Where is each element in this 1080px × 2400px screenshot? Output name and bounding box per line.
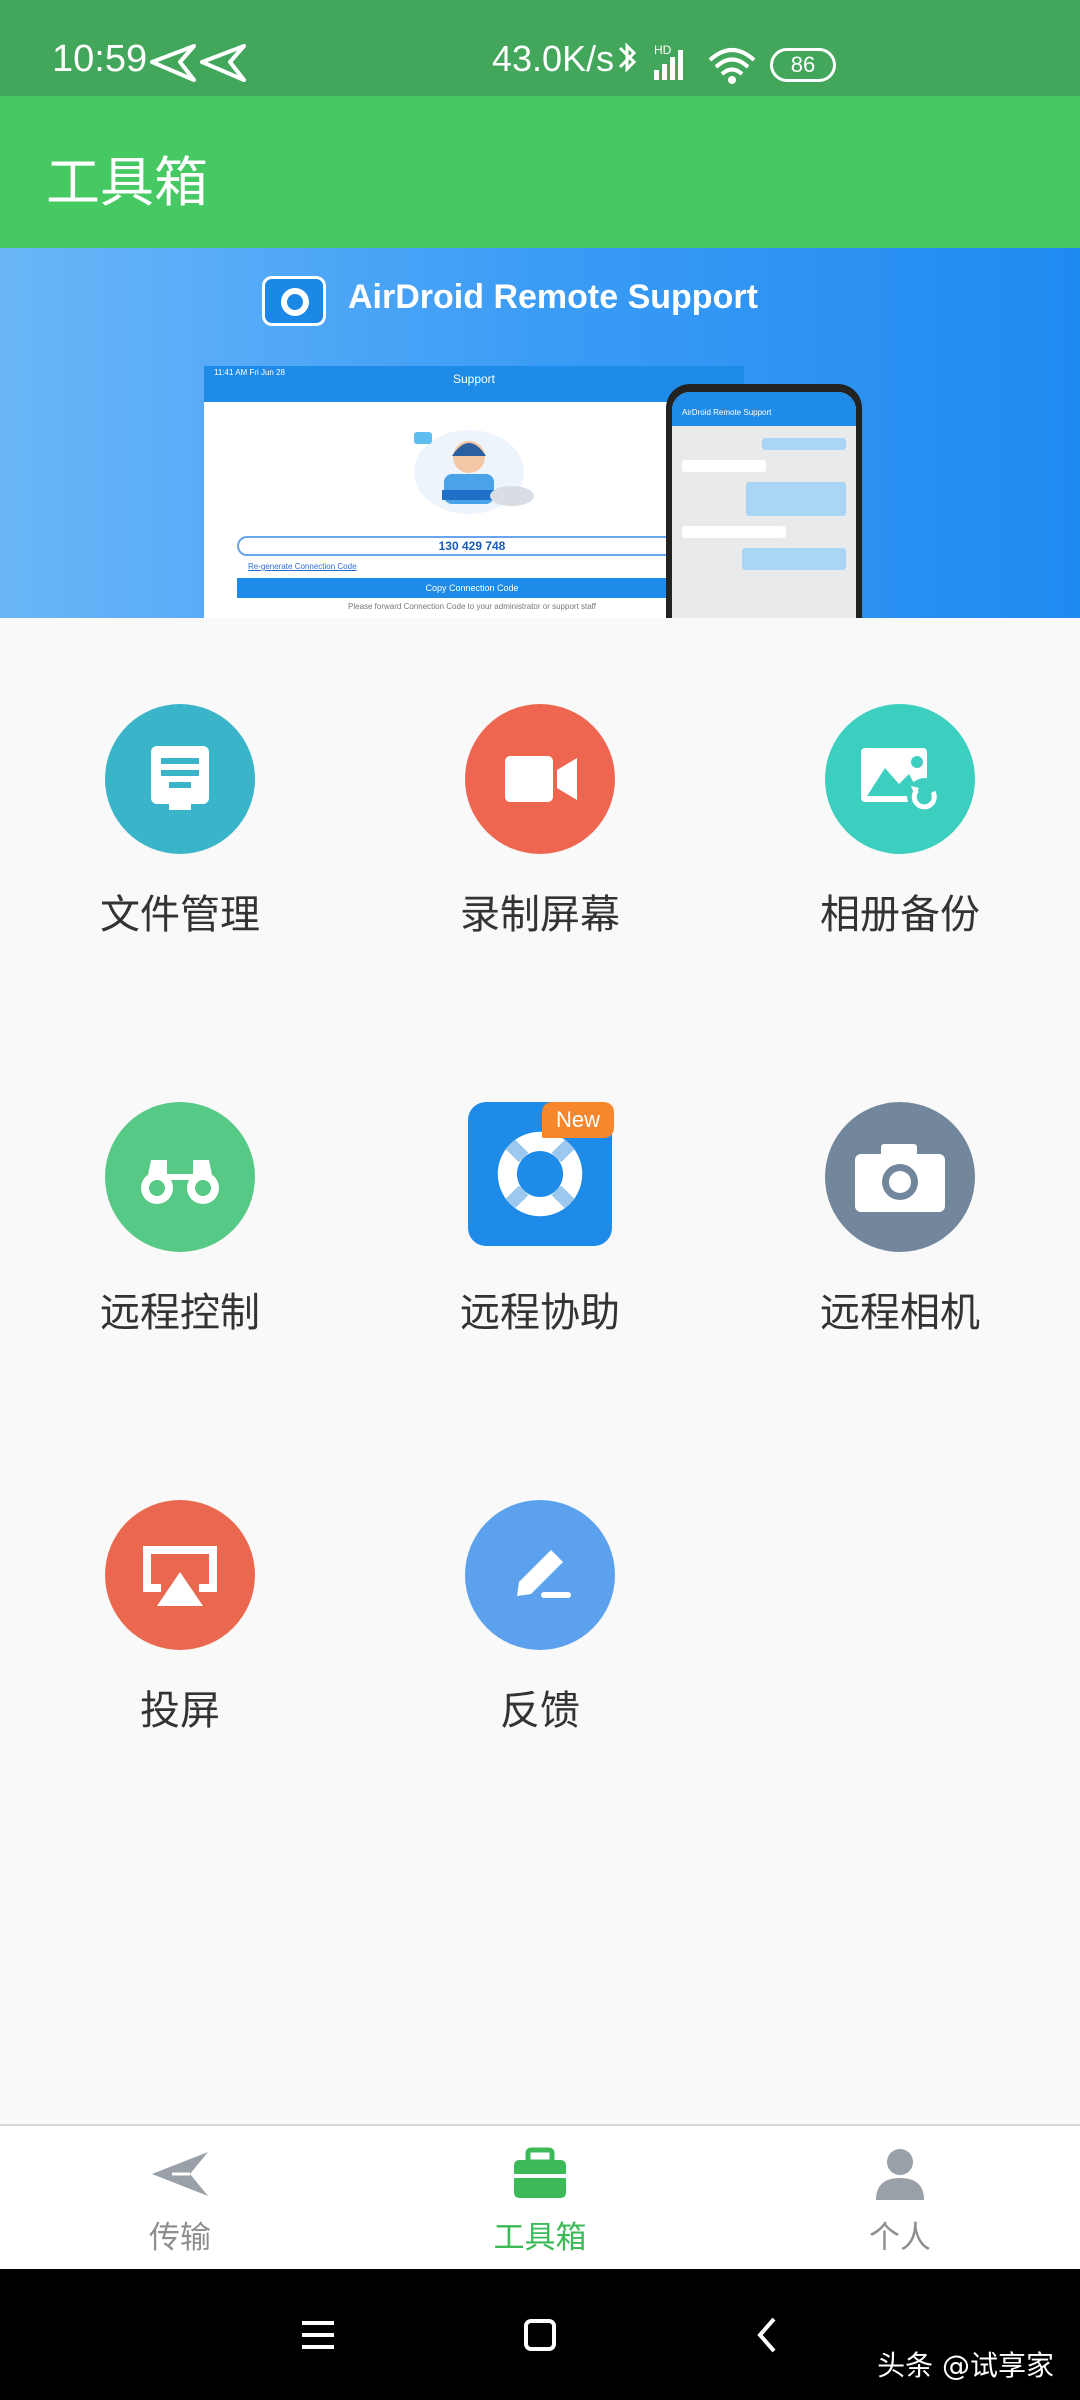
phone-header: AirDroid Remote Support — [672, 392, 856, 426]
toolbox-icon — [514, 2147, 566, 2198]
banner-title: AirDroid Remote Support — [348, 278, 758, 316]
tool-label: 远程相机 — [820, 1290, 980, 1336]
menu-icon[interactable] — [290, 2307, 346, 2363]
airdroid-status-icon — [150, 44, 246, 82]
page-title: 工具箱 — [46, 151, 208, 214]
nav-label: 工具箱 — [493, 2220, 587, 2256]
transfer-icon — [152, 2152, 208, 2196]
nav-item-transfer[interactable]: 传输 — [0, 2126, 360, 2271]
bottom-navigation: 传输 工具箱 个人 — [0, 2124, 1080, 2269]
new-badge: New — [542, 1102, 614, 1138]
back-icon[interactable] — [740, 2307, 796, 2363]
support-agent-illustration — [414, 430, 534, 514]
remote-camera-icon — [825, 1102, 975, 1252]
nav-label: 个人 — [869, 2220, 931, 2256]
promo-banner[interactable]: AirDroid Remote Support 11:41 AM Fri Jun… — [0, 248, 1080, 618]
copy-code-button: Copy Connection Code — [237, 578, 707, 598]
forward-note: Please forward Connection Code to your a… — [348, 602, 596, 611]
nav-item-profile[interactable]: 个人 — [720, 2126, 1080, 2271]
home-icon[interactable] — [512, 2307, 568, 2363]
signal-wifi-icons: HD — [618, 42, 756, 84]
airdroid-logo-icon — [262, 276, 326, 326]
battery-indicator: 86 — [770, 48, 836, 82]
tool-label: 录制屏幕 — [460, 892, 620, 938]
screen-cast-icon — [105, 1500, 255, 1650]
app-bar: 工具箱 — [0, 96, 1080, 248]
record-screen-icon — [465, 704, 615, 854]
feedback-icon — [465, 1500, 615, 1650]
tool-label: 远程控制 — [100, 1290, 260, 1336]
file-manager-icon — [105, 704, 255, 854]
phone-mockup: AirDroid Remote Support — [666, 384, 862, 618]
profile-icon — [876, 2149, 924, 2200]
tool-label: 相册备份 — [820, 892, 980, 938]
nav-label: 传输 — [149, 2220, 211, 2256]
remote-control-icon — [105, 1102, 255, 1252]
svg-text:HD: HD — [654, 43, 672, 57]
tool-label: 文件管理 — [100, 892, 260, 938]
tool-label: 远程协助 — [460, 1290, 620, 1336]
connection-code: 130 429 748 — [237, 536, 707, 556]
watermark: 头条 @试享家 — [877, 2349, 1054, 2382]
tool-label: 投屏 — [140, 1688, 220, 1734]
status-bar: 10:59 43.0K/s HD 86 — [0, 0, 1080, 96]
album-backup-icon — [825, 704, 975, 854]
network-speed: 43.0K/s — [492, 38, 615, 79]
regenerate-link: Re-generate Connection Code — [248, 562, 357, 571]
tool-label: 反馈 — [500, 1688, 580, 1734]
nav-item-toolbox[interactable]: 工具箱 — [360, 2126, 720, 2271]
tablet-header: Support — [452, 372, 496, 386]
status-time: 10:59 — [52, 38, 148, 80]
tablet-mockup: 11:41 AM Fri Jun 28 Support 130 429 748 … — [204, 366, 744, 618]
